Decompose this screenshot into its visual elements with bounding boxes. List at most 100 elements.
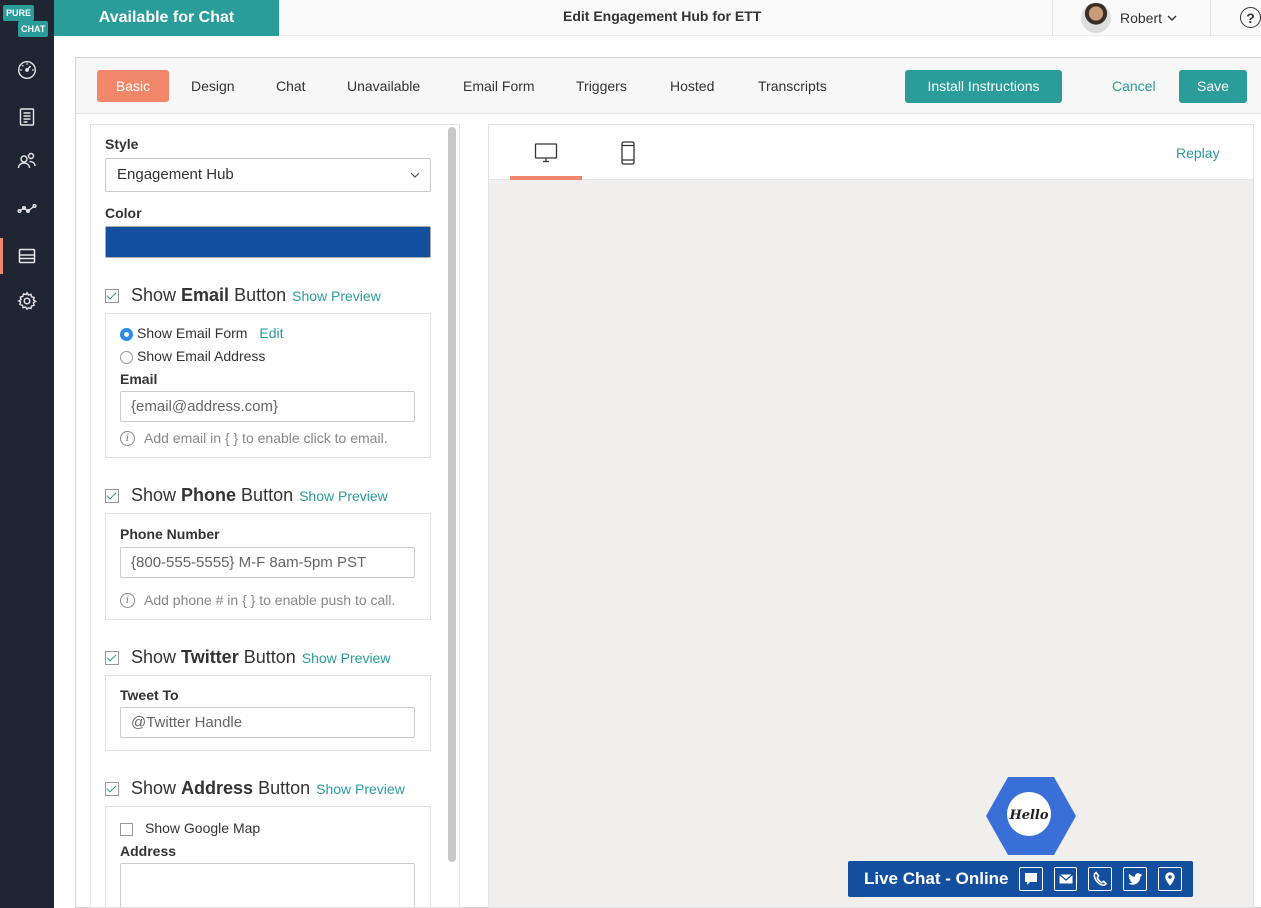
cancel-button[interactable]: Cancel [1112, 70, 1156, 103]
phone-options-box: Phone Number {800-555-5555} M-F 8am-5pm … [105, 513, 431, 620]
logo-chat-text: CHAT [18, 21, 49, 37]
twitter-options-box: Tweet To @Twitter Handle [105, 675, 431, 751]
twitter-icon[interactable] [1123, 867, 1148, 891]
email-options-box: Show Email Form Edit Show Email Address … [105, 313, 431, 458]
tab-transcripts[interactable]: Transcripts [758, 70, 827, 102]
phone-toggle-prefix: Show [131, 485, 177, 505]
widgets-icon[interactable] [0, 238, 54, 274]
live-chat-status-label: Live Chat - Online [864, 869, 1009, 888]
phone-field-label: Phone Number [120, 526, 220, 542]
hello-text: Hello [1008, 808, 1048, 823]
email-form-edit-link[interactable]: Edit [259, 325, 283, 341]
user-name: Robert [1120, 10, 1163, 26]
availability-status[interactable]: Available for Chat [54, 0, 279, 36]
desktop-preview-tab[interactable] [510, 125, 582, 180]
avatar [1081, 3, 1111, 33]
analytics-icon[interactable] [0, 191, 54, 227]
email-show-preview-link[interactable]: Show Preview [292, 288, 381, 304]
user-menu[interactable]: Robert [1052, 0, 1211, 36]
address-options-box: Show Google Map Address [105, 806, 431, 907]
transcripts-icon[interactable] [0, 99, 54, 135]
twitter-toggle-suffix: Button [243, 647, 296, 667]
email-form-radio[interactable] [120, 327, 133, 341]
tab-basic[interactable]: Basic [97, 70, 169, 102]
page-title: Edit Engagement Hub for ETT [563, 8, 762, 24]
chevron-down-icon [410, 172, 420, 178]
chat-icon[interactable] [1018, 867, 1043, 891]
phone-number-field[interactable]: {800-555-5555} M-F 8am-5pm PST [120, 547, 415, 578]
preview-panel: Replay [488, 124, 1254, 908]
purechat-logo[interactable]: PURE CHAT [3, 5, 51, 39]
email-field[interactable]: {email@address.com} [120, 391, 415, 422]
mobile-icon [621, 140, 635, 165]
logo-pure-text: PURE [3, 5, 35, 21]
tweet-to-label: Tweet To [120, 687, 179, 703]
email-address-radio[interactable] [120, 350, 133, 364]
tab-triggers[interactable]: Triggers [576, 70, 627, 102]
twitter-toggle-prefix: Show [131, 647, 177, 667]
address-textarea[interactable] [120, 863, 415, 907]
email-icon[interactable] [1053, 867, 1078, 891]
email-form-option[interactable]: Show Email Form Edit [120, 325, 283, 341]
color-picker[interactable] [105, 226, 431, 258]
tab-design[interactable]: Design [191, 70, 235, 102]
email-toggle-bold: Email [181, 285, 230, 305]
email-button-toggle-row: Show Email Button Show Preview [105, 285, 381, 306]
tab-hosted[interactable]: Hosted [670, 70, 714, 102]
email-button-checkbox[interactable] [105, 288, 119, 303]
settings-scrollbar[interactable] [448, 127, 456, 862]
tab-bar: Basic Design Chat Unavailable Email Form… [76, 58, 1261, 114]
settings-icon[interactable] [0, 283, 54, 319]
email-toggle-suffix: Button [234, 285, 287, 305]
phone-hint-text: Add phone # in { } to enable push to cal… [144, 592, 396, 608]
dashboard-icon[interactable] [0, 52, 54, 88]
phone-button-toggle-row: Show Phone Button Show Preview [105, 485, 388, 506]
phone-toggle-suffix: Button [241, 485, 294, 505]
left-navigation: PURE CHAT [0, 0, 54, 908]
style-label: Style [105, 136, 139, 152]
location-icon[interactable] [1158, 867, 1182, 891]
address-button-checkbox[interactable] [105, 781, 119, 796]
address-show-preview-link[interactable]: Show Preview [316, 781, 405, 797]
help-icon[interactable]: ? [1240, 7, 1261, 28]
twitter-toggle-bold: Twitter [181, 647, 239, 667]
install-instructions-button[interactable]: Install Instructions [905, 70, 1062, 103]
email-address-option[interactable]: Show Email Address [120, 348, 265, 364]
address-toggle-bold: Address [181, 778, 254, 798]
phone-icon[interactable] [1088, 867, 1113, 891]
email-hint: i Add email in { } to enable click to em… [120, 430, 388, 446]
phone-toggle-bold: Phone [181, 485, 237, 505]
email-hint-text: Add email in { } to enable click to emai… [144, 430, 388, 446]
email-address-option-label: Show Email Address [137, 348, 266, 364]
live-chat-bar[interactable]: Live Chat - Online [848, 861, 1193, 897]
color-label: Color [105, 205, 142, 221]
desktop-icon [534, 142, 558, 162]
email-toggle-prefix: Show [131, 285, 177, 305]
google-map-checkbox[interactable] [120, 822, 133, 836]
tab-email-form[interactable]: Email Form [463, 70, 535, 102]
settings-panel: Style Engagement Hub Color Show Email Bu… [90, 124, 460, 908]
phone-button-checkbox[interactable] [105, 488, 119, 503]
twitter-show-preview-link[interactable]: Show Preview [302, 650, 391, 666]
phone-show-preview-link[interactable]: Show Preview [299, 488, 388, 504]
style-select-value: Engagement Hub [117, 166, 234, 183]
google-map-label: Show Google Map [145, 820, 261, 836]
replay-link[interactable]: Replay [1176, 145, 1220, 161]
twitter-button-checkbox[interactable] [105, 650, 119, 665]
phone-hint: i Add phone # in { } to enable push to c… [120, 592, 395, 608]
google-map-option[interactable]: Show Google Map [120, 820, 260, 836]
address-field-label: Address [120, 843, 177, 859]
save-button[interactable]: Save [1179, 70, 1247, 103]
style-select[interactable]: Engagement Hub [105, 158, 431, 192]
info-icon: i [120, 592, 135, 608]
info-icon: i [120, 430, 135, 446]
tab-unavailable[interactable]: Unavailable [347, 70, 420, 102]
mobile-preview-tab[interactable] [592, 125, 664, 180]
address-toggle-suffix: Button [258, 778, 311, 798]
hello-hexagon-button[interactable]: Hello [985, 776, 1077, 856]
address-button-toggle-row: Show Address Button Show Preview [105, 778, 405, 799]
chevron-down-icon [1167, 15, 1177, 21]
twitter-handle-field[interactable]: @Twitter Handle [120, 707, 415, 738]
tab-chat[interactable]: Chat [276, 70, 306, 102]
contacts-icon[interactable] [0, 143, 54, 179]
